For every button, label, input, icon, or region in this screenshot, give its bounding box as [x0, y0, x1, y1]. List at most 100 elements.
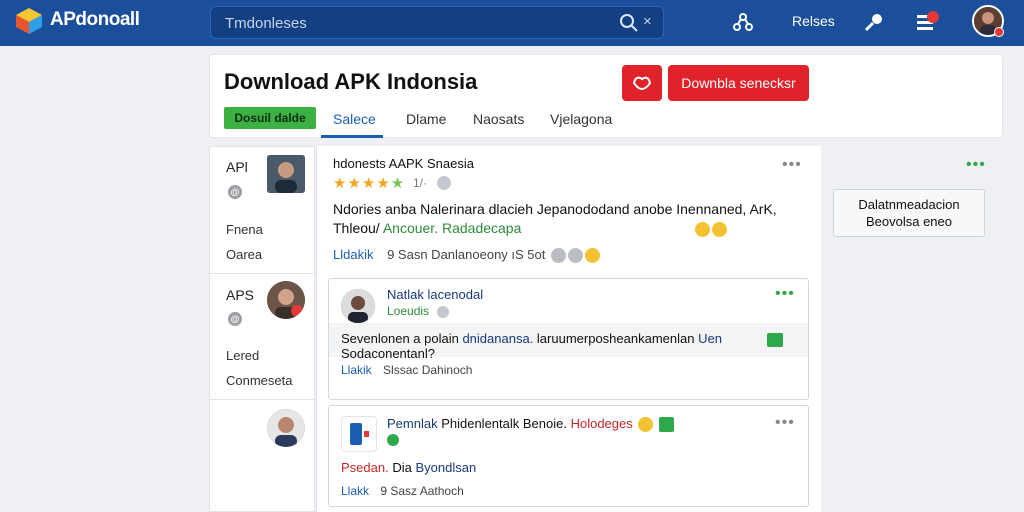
comment-text: Sevenlonen a polain dnidanansa. laruumer…	[341, 331, 761, 361]
reply-icon[interactable]	[767, 333, 783, 347]
sidebar-avatar-3[interactable]	[267, 409, 305, 447]
comment-title-part[interactable]: Pemnlak	[387, 416, 438, 431]
phone-icon	[350, 423, 369, 445]
brand-name[interactable]: APdonoall	[50, 9, 140, 31]
main-feed: hdonests AAPK Snaesia ••• ★★★★★ 1/· Ndor…	[316, 146, 821, 512]
right-panel-more-icon[interactable]: •••	[966, 156, 986, 174]
post-body-line-2: Thleou/ Ancouer. Radadecapa	[333, 219, 803, 238]
tab-salece[interactable]: Salece	[333, 111, 376, 127]
comment-card: Natlak lacenodal Loeudis ••• Sevenlonen …	[328, 278, 809, 400]
comment-text-part: Byondlsan	[415, 460, 477, 475]
key-icon[interactable]	[863, 11, 885, 33]
verified-icon	[437, 306, 449, 318]
comment-title: Pemnlak Phidenlentalk Benoie. Holodeges	[387, 416, 674, 433]
heart-outline-icon	[632, 76, 652, 91]
sidebar-item-oarea[interactable]: Oarea	[226, 247, 262, 262]
post-more-icon[interactable]: •••	[782, 156, 802, 174]
active-tab-indicator	[321, 135, 383, 138]
tab-naosats[interactable]: Naosats	[473, 111, 524, 127]
info-icon[interactable]: @	[228, 312, 242, 326]
download-button[interactable]: Downbla senecksr	[668, 65, 809, 101]
reaction-emoji-icon[interactable]	[585, 248, 600, 264]
status-dot	[994, 27, 1004, 37]
notification-badge	[927, 11, 939, 23]
sidebar-avatar-1[interactable]	[267, 155, 305, 193]
post-body: Ndories anba Nalerinara dlacieh Jepanodo…	[333, 200, 803, 238]
recommendation-line-2: Beovolsa eneo	[865, 214, 952, 229]
rating-info-icon[interactable]	[437, 176, 451, 190]
recommendation-button[interactable]: Dalatnmeadacion Beovolsa eneo	[833, 189, 985, 237]
comment-meta: 9 Sasz Aathoch	[380, 484, 464, 498]
rating-stars: ★★★★★	[333, 175, 406, 192]
post-title[interactable]: hdonests AAPK Snaesia	[333, 156, 474, 171]
comment-text-highlight: dnidanansa.	[462, 331, 534, 346]
favorite-button[interactable]	[622, 65, 662, 101]
post-body-prefix: Thleou/	[333, 220, 380, 236]
search-input[interactable]: Tmdonleses	[225, 15, 307, 32]
rating-text: 1/·	[413, 176, 428, 190]
sidebar-divider	[210, 399, 314, 400]
comment-text-part: laruumerposheankamenlan	[536, 331, 695, 346]
nav-releases-link[interactable]: Relses	[792, 13, 835, 29]
comment-meta: Slssac Dahinoch	[383, 363, 473, 377]
comment-avatar[interactable]	[341, 289, 375, 323]
verified-check-icon	[387, 434, 399, 446]
clear-search-icon[interactable]: ×	[643, 13, 652, 30]
check-box-icon[interactable]	[659, 417, 674, 433]
person-icon	[267, 155, 305, 193]
person-icon	[267, 281, 305, 319]
sidebar-item-conmeseta[interactable]: Conmeseta	[226, 373, 292, 388]
comment-like-link[interactable]: Llakk	[341, 484, 369, 498]
comment-text-part: Sevenlonen a polain	[341, 331, 459, 346]
comment-text-highlight: Uen	[698, 331, 722, 346]
app-icon[interactable]	[341, 416, 377, 452]
blush-emoji-icon[interactable]	[695, 221, 710, 237]
comment-body-band: Sevenlonen a polain dnidanansa. laruumer…	[329, 323, 808, 361]
comment-text-part: Dia	[392, 460, 412, 475]
sidebar-divider	[210, 273, 314, 274]
smile-emoji-icon[interactable]	[712, 221, 727, 237]
page-title: Download APK Indonsia	[224, 69, 478, 94]
sidebar-item-lered[interactable]: Lered	[226, 348, 259, 363]
comment-actions: Llakk 9 Sasz Aathoch	[341, 484, 464, 498]
post-body-highlight: Ancouer. Radadecapa	[382, 220, 522, 236]
top-bar: APdonoall Tmdonleses × Relses	[0, 0, 1024, 46]
recommendation-line-1: Dalatnmeadacion	[858, 197, 960, 212]
sidebar-item-fnena[interactable]: Fnena	[226, 222, 263, 237]
header-card: Download APK Indonsia Downbla senecksr D…	[209, 54, 1003, 138]
default-filter-button[interactable]: Dosuil dalde	[224, 107, 316, 129]
tab-vjelagona[interactable]: Vjelagona	[550, 111, 612, 127]
comment-text-line-2: Sodaconentanl?	[341, 346, 435, 361]
comment-text-part: Psedan.	[341, 460, 389, 475]
comment-title-part: Holodeges	[570, 416, 633, 431]
comment-actions: Llakik Slssac Dahinoch	[341, 363, 472, 377]
post-meta: 9 Sasn Danlanoeony ıS 5ot	[387, 247, 546, 262]
reaction-emoji-icons[interactable]	[693, 219, 727, 238]
comment-more-icon[interactable]: •••	[775, 285, 795, 303]
sidebar-section-apl[interactable]: APl	[226, 159, 248, 175]
search-icon[interactable]	[619, 13, 639, 33]
person-icon	[341, 289, 375, 323]
person-icon	[267, 409, 305, 447]
comment-title-part: Phidenlentalk Benoie.	[441, 416, 567, 431]
info-icon[interactable]: @	[228, 185, 242, 199]
comment-text: Psedan. Dia Byondlsan	[341, 460, 476, 475]
search-bar[interactable]: Tmdonleses ×	[210, 6, 664, 39]
comment-card: Pemnlak Phidenlentalk Benoie. Holodeges …	[328, 405, 809, 507]
sidebar-avatar-2[interactable]	[267, 281, 305, 319]
comment-more-icon[interactable]: •••	[775, 414, 795, 432]
sidebar-section-aps[interactable]: APS	[226, 287, 254, 303]
reaction-grey-icon[interactable]	[568, 248, 583, 264]
app-logo-icon[interactable]	[14, 6, 44, 36]
reaction-grey-icon[interactable]	[551, 248, 566, 264]
tab-dlame[interactable]: Dlame	[406, 111, 446, 127]
like-link[interactable]: Lldakik	[333, 247, 373, 262]
comment-like-link[interactable]: Llakik	[341, 363, 372, 377]
grin-emoji-icon[interactable]	[638, 417, 654, 433]
left-sidebar: APl @ Fnena Oarea APS @ Lered Conmeseta	[209, 146, 315, 512]
post-actions: Lldakik 9 Sasn Danlanoeony ıS 5ot	[333, 247, 600, 264]
comment-subtitle: Loeudis	[387, 304, 430, 318]
post-body-line-1: Ndories anba Nalerinara dlacieh Jepanodo…	[333, 201, 777, 217]
comment-author[interactable]: Natlak lacenodal	[387, 287, 483, 302]
share-icon[interactable]	[732, 11, 754, 33]
